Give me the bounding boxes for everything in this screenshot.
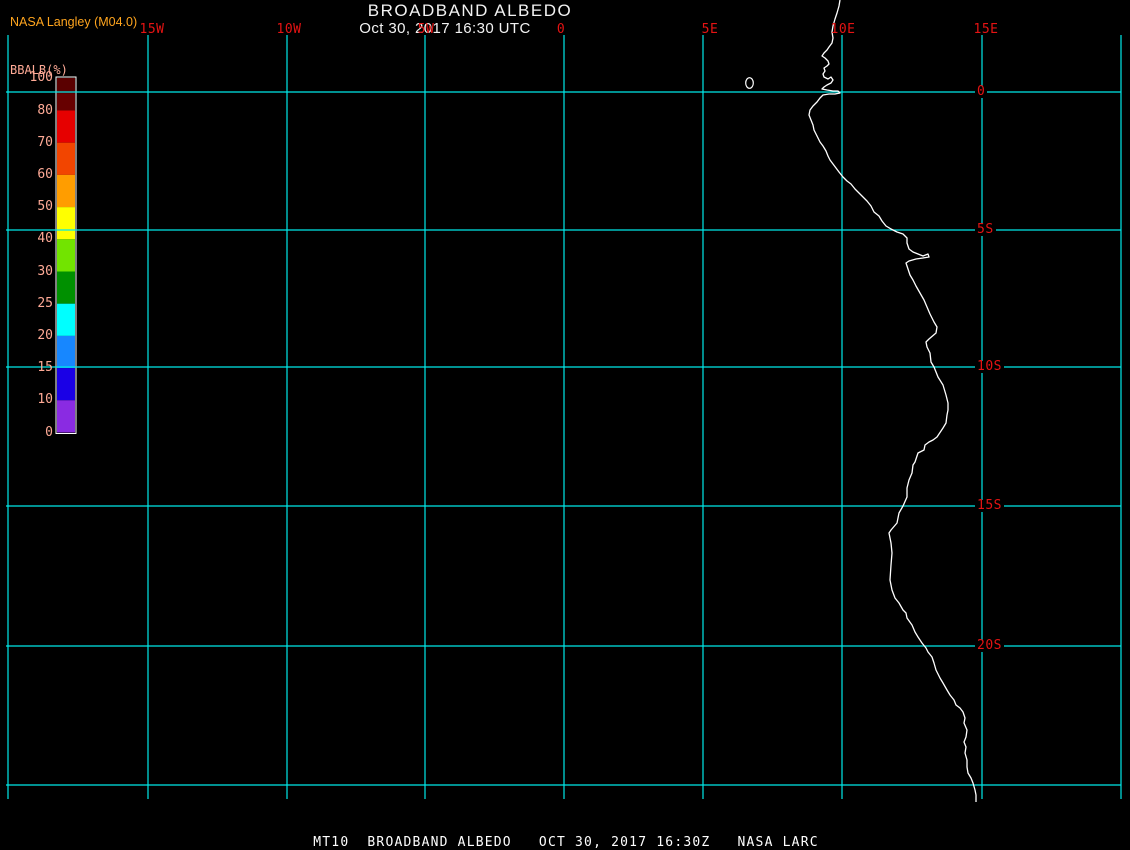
legend-color-segment <box>57 368 75 401</box>
legend-tick-label: 70 <box>37 134 53 150</box>
lon-tick-label: 10E <box>830 22 856 37</box>
legend-color-segment <box>57 303 75 336</box>
footer-caption: MT10 BROADBAND ALBEDO OCT 30, 2017 16:30… <box>313 835 819 850</box>
albedo-map-page: NASA Langley (M04.0) BROADBAND ALBEDO Oc… <box>0 0 1130 850</box>
legend-tick-label: 60 <box>37 166 53 182</box>
legend-color-segment <box>57 207 75 240</box>
lon-tick-label: 15W <box>139 22 165 37</box>
legend-color-segment <box>57 271 75 304</box>
legend-tick-label: 30 <box>37 263 53 279</box>
legend-color-segment <box>57 110 75 143</box>
legend-color-segment <box>57 239 75 272</box>
lon-tick-label: 5W <box>417 22 435 37</box>
lon-tick-label: 5E <box>701 22 719 37</box>
lon-tick-label: 0 <box>556 22 566 37</box>
legend-tick-label: 15 <box>37 360 53 376</box>
lon-tick-label: 10W <box>276 22 302 37</box>
legend-color-segment <box>57 142 75 175</box>
lat-tick-label: 0 <box>975 84 988 99</box>
lat-tick-label: 15S <box>975 498 1004 513</box>
coastline-path <box>808 0 977 802</box>
timestamp-subtitle: Oct 30, 2017 16:30 UTC <box>359 20 531 37</box>
legend-tick-label: 50 <box>37 199 53 215</box>
legend-color-segment <box>57 174 75 208</box>
lon-tick-label: 15E <box>973 22 999 37</box>
legend-color-segment <box>57 400 75 433</box>
page-title: BROADBAND ALBEDO <box>367 1 573 20</box>
lat-tick-label: 5S <box>975 222 996 237</box>
island-outline <box>745 77 754 89</box>
map-canvas <box>6 0 1122 802</box>
lat-tick-label: 20S <box>975 638 1004 653</box>
legend-color-segment <box>57 94 75 111</box>
lat-tick-label: 10S <box>975 359 1004 374</box>
legend-tick-label: 80 <box>37 102 53 118</box>
legend-color-segment <box>57 335 75 369</box>
source-label: NASA Langley (M04.0) <box>10 15 138 29</box>
legend-tick-label: 20 <box>37 327 53 343</box>
legend-tick-label: 100 <box>29 70 53 85</box>
legend-tick-label: 40 <box>37 231 53 247</box>
legend-tick-label: 10 <box>37 392 53 408</box>
legend-tick-label: 25 <box>37 295 53 311</box>
legend-tick-label: 0 <box>45 424 53 440</box>
